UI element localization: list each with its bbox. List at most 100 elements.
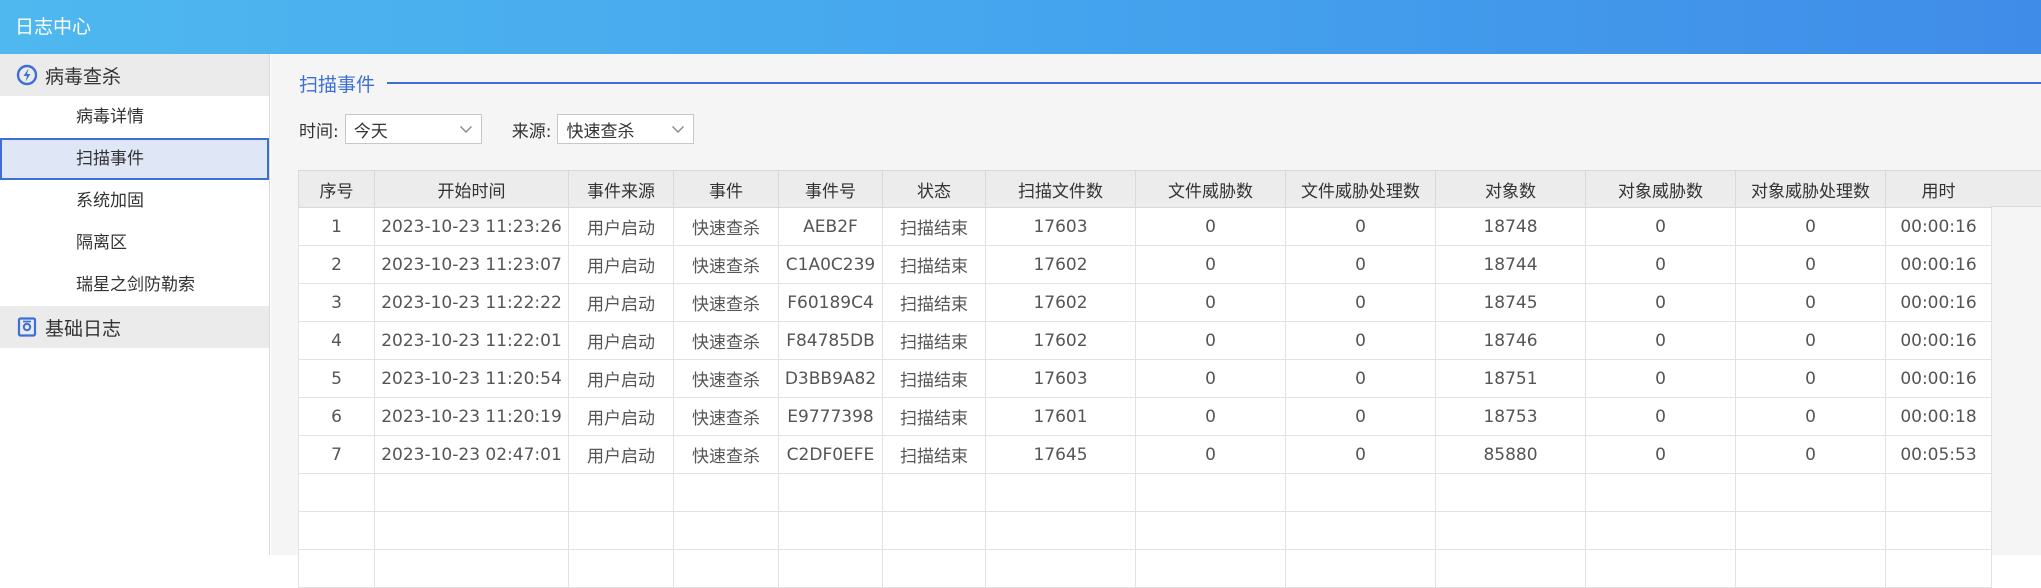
empty-table-row — [298, 511, 1992, 550]
table-cell — [1885, 549, 1992, 588]
column-header[interactable]: 事件号 — [778, 170, 883, 208]
sidebar-group-base-log[interactable]: 基础日志 — [0, 306, 269, 348]
table-cell: 扫描结束 — [882, 207, 986, 246]
time-filter-select[interactable]: 今天 — [344, 114, 482, 144]
table-row[interactable]: 3 2023-10-23 11:22:22 用户启动 快速查杀 F60189C4 扫描结束… — [298, 283, 1992, 322]
table-row[interactable]: 4 2023-10-23 11:22:01 用户启动 快速查杀 F84785DB 扫描结束… — [298, 321, 1992, 360]
table-cell: 0 — [1135, 397, 1286, 436]
table-row[interactable]: 2 2023-10-23 11:23:07 用户启动 快速查杀 C1A0C239 扫描结束… — [298, 245, 1992, 284]
table-cell — [1735, 511, 1886, 550]
table-cell: 00:00:16 — [1885, 207, 1992, 246]
table-cell — [882, 511, 986, 550]
sidebar-item-scan-events[interactable]: 扫描事件 — [0, 138, 269, 180]
table-cell: 扫描结束 — [882, 359, 986, 398]
table-cell: 0 — [1585, 397, 1736, 436]
table-row[interactable]: 6 2023-10-23 11:20:19 用户启动 快速查杀 E9777398 扫描结束… — [298, 397, 1992, 436]
table-cell: 0 — [1285, 359, 1436, 398]
table-cell — [778, 473, 883, 512]
column-header[interactable]: 开始时间 — [374, 170, 569, 208]
table-cell — [1435, 549, 1586, 588]
table-cell: 2023-10-23 11:22:22 — [374, 283, 569, 322]
table-cell: 用户启动 — [568, 207, 674, 246]
table-cell: 17602 — [985, 245, 1136, 284]
table-cell: 7 — [298, 435, 375, 474]
column-header[interactable]: 扫描文件数 — [985, 170, 1136, 208]
table-cell: 17601 — [985, 397, 1136, 436]
table-cell: 用户启动 — [568, 321, 674, 360]
column-header[interactable]: 序号 — [298, 170, 375, 208]
table-cell: 0 — [1735, 207, 1886, 246]
column-header[interactable]: 事件 — [673, 170, 779, 208]
table-cell: 0 — [1585, 245, 1736, 284]
column-header[interactable]: 状态 — [882, 170, 986, 208]
table-cell — [673, 511, 779, 550]
table-cell: 0 — [1135, 435, 1286, 474]
table-cell: F84785DB — [778, 321, 883, 360]
empty-table-row — [298, 549, 1992, 588]
table-cell: 用户启动 — [568, 435, 674, 474]
table-cell — [882, 549, 986, 588]
source-filter-select[interactable]: 快速查杀 — [557, 114, 695, 144]
table-row[interactable]: 1 2023-10-23 11:23:26 用户启动 快速查杀 AEB2F 扫描结束 176… — [298, 207, 1992, 246]
table-cell: 00:00:16 — [1885, 283, 1992, 322]
table-cell: 0 — [1135, 359, 1286, 398]
table-cell — [374, 511, 569, 550]
virus-scan-icon — [16, 64, 38, 86]
table-cell — [568, 511, 674, 550]
sidebar-group-label: 病毒查杀 — [45, 65, 122, 88]
table-cell — [298, 549, 375, 588]
table-cell: 6 — [298, 397, 375, 436]
table-cell — [1585, 473, 1736, 512]
table-cell: 0 — [1135, 207, 1286, 246]
table-cell: 18751 — [1435, 359, 1586, 398]
table-cell: 0 — [1285, 207, 1436, 246]
column-header[interactable]: 对象威胁数 — [1585, 170, 1736, 208]
table-cell — [1735, 473, 1886, 512]
table-cell: C2DF0EFE — [778, 435, 883, 474]
sidebar-item-quarantine[interactable]: 隔离区 — [0, 222, 269, 264]
sidebar-group-virus-scan[interactable]: 病毒查杀 — [0, 54, 269, 96]
sidebar-item-system-hardening[interactable]: 系统加固 — [0, 180, 269, 222]
table-cell: 2023-10-23 11:20:54 — [374, 359, 569, 398]
table-cell: 3 — [298, 283, 375, 322]
table-cell: 0 — [1585, 283, 1736, 322]
column-header[interactable]: 事件来源 — [568, 170, 674, 208]
column-header[interactable]: 用时 — [1885, 170, 1992, 208]
table-cell: 0 — [1735, 397, 1886, 436]
sidebar-group-label: 基础日志 — [45, 317, 122, 340]
table-cell: 0 — [1285, 397, 1436, 436]
table-cell: 17645 — [985, 435, 1136, 474]
sidebar-item-ransomware-protection[interactable]: 瑞星之剑防勒索 — [0, 264, 269, 306]
table-cell: 快速查杀 — [673, 321, 779, 360]
table-cell — [1735, 549, 1886, 588]
table-cell: 1 — [298, 207, 375, 246]
empty-table-row — [298, 473, 1992, 512]
title-bar: 日志中心 — [0, 0, 2041, 54]
table-cell: 0 — [1735, 245, 1886, 284]
table-cell — [985, 511, 1136, 550]
table-cell — [673, 549, 779, 588]
column-header[interactable]: 文件威胁处理数 — [1285, 170, 1436, 208]
table-row[interactable]: 5 2023-10-23 11:20:54 用户启动 快速查杀 D3BB9A82 扫描结束… — [298, 359, 1992, 398]
table-cell — [1135, 473, 1286, 512]
table-cell: 4 — [298, 321, 375, 360]
column-header[interactable]: 文件威胁数 — [1135, 170, 1286, 208]
table-cell: 2023-10-23 11:20:19 — [374, 397, 569, 436]
table-cell — [1285, 473, 1436, 512]
column-header[interactable]: 对象威胁处理数 — [1735, 170, 1886, 208]
table-cell: 0 — [1585, 321, 1736, 360]
column-header[interactable]: 对象数 — [1435, 170, 1586, 208]
table-cell — [1285, 549, 1436, 588]
table-cell — [1285, 511, 1436, 550]
chevron-down-icon — [671, 122, 685, 136]
source-filter-label: 来源: — [511, 121, 552, 142]
table-row[interactable]: 7 2023-10-23 02:47:01 用户启动 快速查杀 C2DF0EFE 扫描结束… — [298, 435, 1992, 474]
table-cell: 扫描结束 — [882, 435, 986, 474]
table-cell: 85880 — [1435, 435, 1586, 474]
table-cell — [1885, 511, 1992, 550]
time-filter-label: 时间: — [299, 121, 339, 142]
table-cell: 2023-10-23 11:23:07 — [374, 245, 569, 284]
table-cell — [1585, 549, 1736, 588]
table-cell — [568, 473, 674, 512]
sidebar-item-virus-details[interactable]: 病毒详情 — [0, 96, 269, 138]
